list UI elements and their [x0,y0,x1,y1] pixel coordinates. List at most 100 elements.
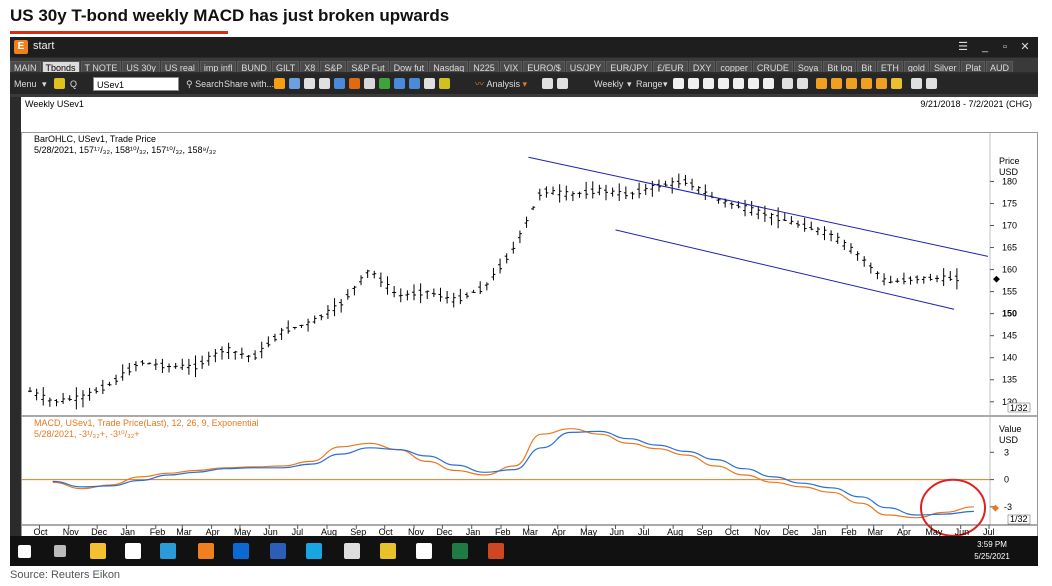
area-icon[interactable] [718,78,729,89]
save-icon[interactable] [334,78,345,89]
tab-x8[interactable]: X8 [300,61,320,72]
share-button[interactable]: Share with... [224,77,274,91]
skype-icon[interactable] [306,543,322,559]
candle-icon[interactable] [703,78,714,89]
powerpoint-icon[interactable] [488,543,504,559]
range-button[interactable]: Range [636,77,663,91]
close-icon[interactable]: ✕ [1016,39,1034,55]
interval-dropdown-icon[interactable]: ▾ [627,77,632,91]
windows-start-icon[interactable] [18,545,31,558]
redo-icon[interactable] [409,78,420,89]
restore-icon[interactable]: ▫ [996,39,1014,55]
tab-dxy[interactable]: DXY [688,61,716,72]
tab-n225[interactable]: N225 [469,61,499,72]
tab-aud[interactable]: AUD [985,61,1013,72]
search-button[interactable]: ⚲ Search [186,77,224,91]
zoom-out-icon[interactable] [831,78,842,89]
pan-left-icon[interactable] [846,78,857,89]
tab-silver[interactable]: Silver [929,61,961,72]
yahoo-icon[interactable] [125,543,141,559]
tab-gilt[interactable]: GILT [271,61,300,72]
help-icon[interactable] [926,78,937,89]
tab-crude[interactable]: CRUDE [752,61,793,72]
chart-panel: Price USD 130 135 140 145 150 155 160 165 170 175 18… [21,132,1038,560]
tab-us-real[interactable]: US real [160,61,199,72]
tab-gold[interactable]: gold [903,61,929,72]
tab-bund[interactable]: BUND [237,61,271,72]
title-bar: E start ☰ _ ▫ ✕ [10,37,1038,57]
tab-t-note[interactable]: T NOTE [80,61,122,72]
tab-us-jpy[interactable]: US/JPY [565,61,606,72]
settings-icon[interactable] [911,78,922,89]
gridlines-icon[interactable] [782,78,793,89]
snipping-icon[interactable] [344,543,360,559]
symbol-input[interactable]: USev1 [93,77,179,91]
tab-s-p-fut[interactable]: S&P Fut [347,61,389,72]
volume-icon[interactable] [763,78,774,89]
chrome-icon[interactable] [380,543,396,559]
outlook-icon[interactable] [233,543,249,559]
drawing-icon[interactable] [274,78,285,89]
weekly-button[interactable]: Weekly [594,77,623,91]
range-dropdown-icon[interactable]: ▾ [663,77,668,91]
macd-line [52,428,974,519]
tab-eth[interactable]: ETH [876,61,903,72]
cursor-icon[interactable] [542,78,553,89]
table-icon[interactable] [364,78,375,89]
color-icon[interactable] [439,78,450,89]
print-icon[interactable] [319,78,330,89]
tab-copper[interactable]: copper [716,61,752,72]
notepad-icon[interactable] [416,543,432,559]
grid-icon[interactable] [424,78,435,89]
pan-right-icon[interactable] [861,78,872,89]
layout-icon[interactable] [304,78,315,89]
zoom-icon[interactable] [289,78,300,89]
tab-nasdaq[interactable]: Nasdaq [429,61,469,72]
analysis-button[interactable]: 〰 Analysis ▾ [475,77,527,91]
info-icon[interactable] [54,78,65,89]
histogram-icon[interactable] [733,78,744,89]
line-chart-icon[interactable] [673,78,684,89]
tab-bit-log[interactable]: Bit log [823,61,857,72]
macd-tick-label: 3 [1004,447,1009,457]
tab-imp-infl[interactable]: imp infl [199,61,237,72]
tab-bit[interactable]: Bit [857,61,876,72]
dropdown-icon[interactable]: ▾ [42,77,47,91]
tab-s-p[interactable]: S&P [320,61,347,72]
tab-vix[interactable]: VIX [499,61,523,72]
chart-window-title: Weekly USev1 [25,99,84,109]
system-clock[interactable]: 3:59 PM 5/25/2021 [962,539,1022,563]
tab-eur-jpy[interactable]: EUR/JPY [606,61,653,72]
file-explorer-icon[interactable] [90,543,106,559]
undo-icon[interactable] [394,78,405,89]
reset-icon[interactable] [891,78,902,89]
menu-icon[interactable]: ☰ [954,39,972,55]
task-view-icon[interactable] [54,545,66,557]
export-icon[interactable] [349,78,360,89]
chart-toolbar: Menu ▾ Q USev1 ⚲ Search Share with... 〰 … [10,74,1038,94]
minimize-icon[interactable]: _ [976,39,994,55]
edge-icon[interactable] [160,543,176,559]
headline: US 30y T-bond weekly MACD has just broke… [10,6,450,25]
bar-chart-icon[interactable] [688,78,699,89]
tab-main[interactable]: MAIN [10,61,41,72]
excel-icon[interactable] [452,543,468,559]
pane-frames [22,133,1037,526]
word-icon[interactable] [270,543,286,559]
tab-plat[interactable]: Plat [961,61,985,72]
tab-soya[interactable]: Soya [793,61,823,72]
tab-dow-fut[interactable]: Dow fut [389,61,429,72]
zoom-in-icon[interactable] [816,78,827,89]
compare-icon[interactable] [748,78,759,89]
crosshair-icon[interactable] [557,78,568,89]
q-button[interactable]: Q [70,77,77,91]
refresh-icon[interactable] [379,78,390,89]
tab--eur[interactable]: £/EUR [653,61,688,72]
scale-icon[interactable] [797,78,808,89]
tab-euro-[interactable]: EURO/$ [523,61,565,72]
tab-tbonds[interactable]: Tbonds [41,61,80,72]
fit-icon[interactable] [876,78,887,89]
tab-us-30y[interactable]: US 30y [122,61,160,72]
menu-button[interactable]: Menu [14,77,37,91]
eikon-icon[interactable] [198,543,214,559]
